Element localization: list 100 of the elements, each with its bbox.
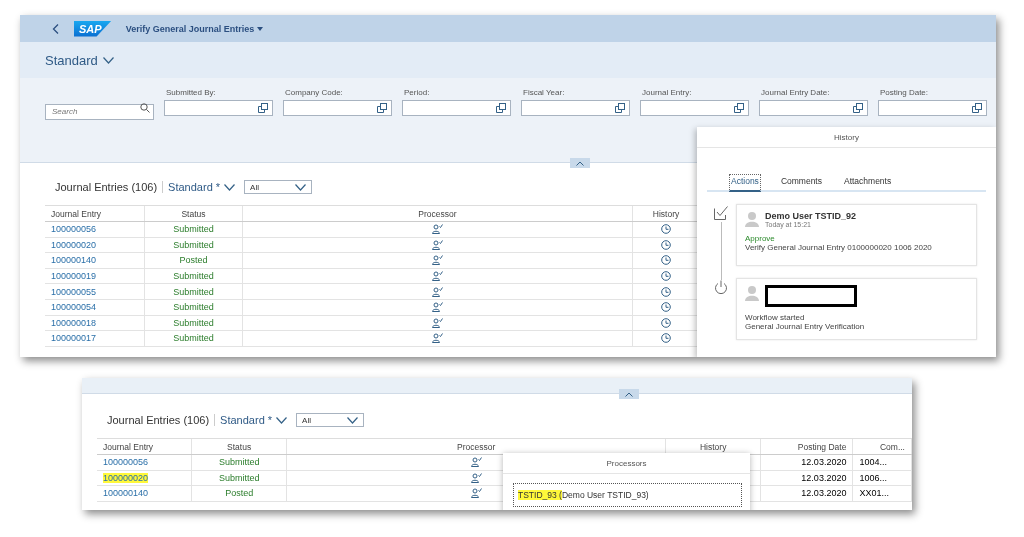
status-text: Submitted bbox=[173, 224, 214, 235]
avatar-icon bbox=[745, 211, 759, 227]
journal-entry-link[interactable]: 100000056 bbox=[103, 457, 149, 468]
journal-entry-link[interactable]: 100000055 bbox=[51, 286, 97, 297]
value-help-icon[interactable] bbox=[734, 103, 744, 113]
value-help-icon[interactable] bbox=[853, 103, 863, 113]
filter-label: Fiscal Year: bbox=[522, 88, 566, 98]
variant-dropdown[interactable]: Standard bbox=[45, 52, 114, 68]
journal-entry-link[interactable]: 100000056 bbox=[51, 224, 97, 235]
variant-dropdown[interactable]: Standard * bbox=[168, 181, 240, 193]
status-text: Submitted bbox=[173, 239, 214, 250]
journal-entry-link[interactable]: 100000017 bbox=[51, 333, 97, 344]
person-check-icon[interactable] bbox=[432, 286, 443, 297]
column-header[interactable]: Journal Entry bbox=[45, 206, 145, 221]
journal-entry-link[interactable]: 100000054 bbox=[51, 302, 97, 313]
column-header[interactable]: Processor bbox=[243, 206, 633, 221]
filter-label: Posting Date: bbox=[879, 88, 930, 98]
filter-input[interactable] bbox=[759, 100, 868, 116]
caret-icon[interactable] bbox=[257, 26, 264, 31]
clock-icon[interactable] bbox=[661, 333, 671, 344]
person-check-icon[interactable] bbox=[470, 472, 482, 483]
value-help-icon[interactable] bbox=[496, 103, 506, 113]
history-tab[interactable]: Attachments bbox=[841, 174, 894, 192]
company-code-cell: XX01... bbox=[859, 488, 889, 499]
chevron-down-icon[interactable] bbox=[276, 416, 288, 424]
filter-input[interactable] bbox=[521, 100, 630, 116]
company-code-cell: 1006... bbox=[859, 472, 887, 483]
chevron-down-icon[interactable] bbox=[102, 56, 114, 64]
journal-entry-link[interactable]: 100000020 bbox=[51, 239, 97, 250]
column-header[interactable]: Com... bbox=[853, 439, 912, 454]
posting-date-cell: 12.03.2020 bbox=[801, 457, 847, 468]
column-header[interactable]: Status bbox=[145, 206, 243, 221]
chevron-down-icon[interactable] bbox=[295, 183, 307, 191]
collapse-button[interactable] bbox=[619, 389, 639, 399]
journal-entry-link[interactable]: 100000020 bbox=[103, 472, 149, 483]
search-icon[interactable] bbox=[140, 103, 150, 113]
status-text: Submitted bbox=[173, 333, 214, 344]
value-help-icon[interactable] bbox=[377, 103, 387, 113]
history-tab[interactable]: Comments bbox=[778, 174, 824, 192]
popover-title: Processors bbox=[606, 458, 647, 468]
journal-entry-link[interactable]: 100000140 bbox=[103, 488, 149, 499]
person-check-icon[interactable] bbox=[432, 255, 443, 266]
history-tab[interactable]: Actions bbox=[729, 174, 761, 192]
journal-entry-link[interactable]: 100000018 bbox=[51, 317, 97, 328]
collapse-button[interactable] bbox=[570, 158, 590, 168]
clock-icon[interactable] bbox=[661, 317, 671, 328]
journal-entry-link[interactable]: 100000140 bbox=[51, 255, 97, 266]
filter-label: Company Code: bbox=[284, 88, 344, 98]
table-title: Journal Entries (106) bbox=[55, 181, 164, 193]
filter-label: Journal Entry: bbox=[641, 88, 693, 98]
filter-input[interactable] bbox=[402, 100, 511, 116]
back-icon[interactable] bbox=[52, 23, 60, 34]
app-title-menu[interactable]: Verify General Journal Entries bbox=[125, 23, 264, 34]
action-text: Approve bbox=[745, 234, 776, 243]
filter-input[interactable] bbox=[164, 100, 273, 116]
filter-input[interactable] bbox=[640, 100, 749, 116]
status-text: Posted bbox=[225, 488, 254, 499]
search-field[interactable]: Search bbox=[45, 103, 154, 120]
column-header[interactable]: Status bbox=[192, 439, 287, 454]
action-text: Workflow started bbox=[745, 313, 806, 322]
clock-icon[interactable] bbox=[661, 255, 671, 266]
popover-title: History bbox=[834, 132, 859, 142]
journal-entry-link[interactable]: 100000019 bbox=[51, 271, 97, 282]
clock-icon[interactable] bbox=[661, 286, 671, 297]
chevron-up-icon[interactable] bbox=[576, 160, 584, 166]
chevron-down-icon[interactable] bbox=[224, 183, 236, 191]
chevron-down-icon[interactable] bbox=[347, 416, 359, 424]
value-help-icon[interactable] bbox=[972, 103, 982, 113]
clock-icon[interactable] bbox=[661, 239, 671, 250]
filter-label: Journal Entry Date: bbox=[760, 88, 831, 98]
posting-date-cell: 12.03.2020 bbox=[801, 472, 847, 483]
variant-dropdown[interactable]: Standard * bbox=[220, 414, 292, 426]
chevron-up-icon[interactable] bbox=[625, 391, 633, 397]
person-check-icon[interactable] bbox=[432, 224, 443, 235]
clock-icon[interactable] bbox=[661, 271, 671, 282]
person-check-icon[interactable] bbox=[470, 457, 482, 468]
person-check-icon[interactable] bbox=[432, 271, 443, 282]
clock-icon[interactable] bbox=[661, 224, 671, 235]
status-text: Submitted bbox=[173, 302, 214, 313]
action-description: General Journal Entry Verification bbox=[745, 322, 866, 331]
person-check-icon[interactable] bbox=[432, 317, 443, 328]
status-text: Submitted bbox=[218, 457, 260, 468]
filter-input[interactable] bbox=[283, 100, 392, 116]
status-text: Submitted bbox=[173, 271, 214, 282]
value-help-icon[interactable] bbox=[258, 103, 268, 113]
clock-icon[interactable] bbox=[661, 302, 671, 313]
person-check-icon[interactable] bbox=[470, 488, 482, 499]
person-check-icon[interactable] bbox=[432, 302, 443, 313]
column-header[interactable]: Journal Entry bbox=[97, 439, 193, 454]
person-check-icon[interactable] bbox=[432, 239, 443, 250]
column-header[interactable]: Posting Date bbox=[760, 439, 854, 454]
avatar-icon bbox=[745, 285, 759, 301]
value-help-icon[interactable] bbox=[615, 103, 625, 113]
app-logo[interactable]: SAP bbox=[74, 20, 112, 37]
filter-input[interactable] bbox=[878, 100, 987, 116]
filter-select[interactable]: All bbox=[296, 413, 365, 427]
filter-select[interactable]: All bbox=[244, 180, 313, 194]
action-description: Verify General Journal Entry 0100000020 1006 2020 bbox=[745, 243, 933, 252]
person-check-icon[interactable] bbox=[432, 333, 443, 344]
company-code-cell: 1004... bbox=[859, 457, 887, 468]
